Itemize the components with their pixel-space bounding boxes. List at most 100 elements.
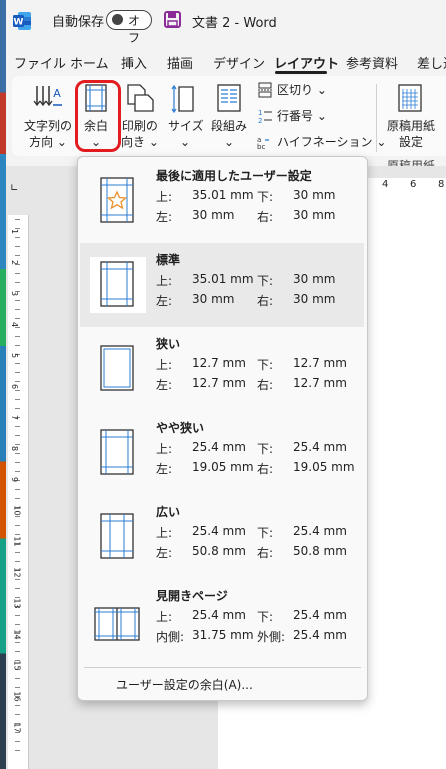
option-title: 標準 xyxy=(156,253,181,267)
right-label: 右: xyxy=(257,294,274,308)
ruler-tick xyxy=(15,273,20,274)
svg-text:1: 1 xyxy=(258,109,262,117)
ruler-number: 17 xyxy=(12,722,22,733)
right-value: 30 mm xyxy=(293,292,336,306)
orientation-label-2: 向き ⌄ xyxy=(121,135,159,149)
bottom-label: 下: xyxy=(257,274,274,288)
breaks-icon xyxy=(258,82,272,98)
ruler-tick xyxy=(15,219,20,220)
right-label: 右: xyxy=(257,462,274,476)
tab-references[interactable]: 参考資料 xyxy=(346,53,398,72)
margin-option-mirrored[interactable]: 見開きページ 上: 25.4 mm 下: 25.4 mm 内側: 31.75 m… xyxy=(80,579,364,663)
ruler-tick xyxy=(15,525,20,526)
tab-file[interactable]: ファイル xyxy=(14,53,66,72)
ruler-number: 3 xyxy=(10,290,20,297)
hyphenation-button[interactable]: ハイフネーション ⌄ xyxy=(277,134,386,150)
tab-selector[interactable]: ∟ xyxy=(10,183,18,194)
ruler-tick xyxy=(15,390,20,391)
inside-value: 31.75 mm xyxy=(192,628,254,642)
ruler-number: 6 xyxy=(10,383,20,390)
right-label: 右: xyxy=(257,546,274,560)
ruler-number: 5 xyxy=(10,352,20,359)
ruler-tick xyxy=(15,309,20,310)
ruler-tick xyxy=(15,651,20,652)
top-label: 上: xyxy=(156,274,173,288)
mirrored-margin-icon xyxy=(94,607,140,641)
columns-button[interactable]: 段組み ⌄ xyxy=(210,118,248,150)
tab-layout[interactable]: レイアウト xyxy=(274,53,339,72)
ruler-tick xyxy=(15,714,20,715)
ruler-number: 12 xyxy=(12,567,22,578)
svg-text:2: 2 xyxy=(258,117,262,124)
bottom-value: 12.7 mm xyxy=(293,356,347,370)
bottom-label: 下: xyxy=(257,358,274,372)
top-value: 35.01 mm xyxy=(192,272,254,286)
size-chevron: ⌄ xyxy=(179,135,191,149)
top-label: 上: xyxy=(156,610,173,624)
bottom-value: 25.4 mm xyxy=(293,608,347,622)
tab-mailings[interactable]: 差し込 xyxy=(417,53,446,72)
custom-margins-link[interactable]: ユーザー設定の余白(A)... xyxy=(116,676,253,693)
ruler-number: 16 xyxy=(12,691,22,702)
moderate-margin-icon xyxy=(100,429,134,475)
manuscript-label-1: 原稿用紙 xyxy=(386,119,435,133)
breaks-button[interactable]: 区切り ⌄ xyxy=(277,82,327,98)
toggle-knob xyxy=(112,14,123,25)
ruler-tick xyxy=(15,624,20,625)
ruler-tick xyxy=(15,534,20,535)
top-value: 25.4 mm xyxy=(192,524,246,538)
line-numbers-icon: 1 2 xyxy=(258,109,272,124)
autosave-toggle[interactable]: オフ xyxy=(106,10,152,45)
ruler-tick xyxy=(15,444,20,445)
size-button[interactable]: サイズ ⌄ xyxy=(168,118,204,150)
ruler-tick xyxy=(15,345,20,346)
option-title: 最後に適用したユーザー設定 xyxy=(156,169,312,183)
ruler-tick xyxy=(15,408,20,409)
top-value: 12.7 mm xyxy=(192,356,246,370)
manuscript-settings-button[interactable]: 原稿用紙 設定 xyxy=(384,118,438,150)
tab-design[interactable]: デザイン xyxy=(213,53,265,72)
vertical-ruler[interactable]: 1 2 3 4 5 6 7 8 9 10 11 12 13 14 15 16 17 xyxy=(8,215,29,769)
star-margin-icon xyxy=(100,177,134,223)
top-label: 上: xyxy=(156,358,173,372)
ruler-tick xyxy=(15,336,20,337)
hyphenation-icon: a bc xyxy=(257,136,269,150)
left-value: 30 mm xyxy=(192,292,235,306)
columns-icon xyxy=(217,84,241,112)
tab-home[interactable]: ホーム xyxy=(70,53,109,72)
ruler-tick xyxy=(15,318,20,319)
right-value: 12.7 mm xyxy=(293,376,347,390)
text-direction-label-2: 方向 ⌄ xyxy=(29,135,67,149)
bottom-label: 下: xyxy=(257,526,274,540)
option-title: やや狭い xyxy=(156,421,205,435)
orientation-button[interactable]: 印刷の 向き ⌄ xyxy=(121,118,159,150)
ruler-tick xyxy=(15,453,20,454)
right-value: 50.8 mm xyxy=(293,544,347,558)
text-direction-button[interactable]: 文字列の 方向 ⌄ xyxy=(24,118,72,150)
bottom-label: 下: xyxy=(257,442,274,456)
margin-option-wide[interactable]: 広い 上: 25.4 mm 下: 25.4 mm 左: 50.8 mm 右: 5… xyxy=(80,495,364,579)
option-title: 狭い xyxy=(156,337,181,351)
ruler-tick xyxy=(15,237,20,238)
right-value: 19.05 mm xyxy=(293,460,355,474)
wide-margin-icon xyxy=(100,513,134,559)
text-direction-label-1: 文字列の xyxy=(24,119,73,133)
margin-option-normal[interactable]: 標準 上: 35.01 mm 下: 30 mm 左: 30 mm 右: 30 m… xyxy=(80,243,364,327)
margin-option-last-custom[interactable]: 最後に適用したユーザー設定 上: 35.01 mm 下: 30 mm 左: 30… xyxy=(80,159,364,243)
top-value: 25.4 mm xyxy=(192,440,246,454)
tab-draw[interactable]: 描画 xyxy=(167,53,193,72)
normal-margin-icon xyxy=(100,261,134,307)
columns-chevron: ⌄ xyxy=(223,135,235,149)
svg-text:A: A xyxy=(53,87,61,100)
top-value: 25.4 mm xyxy=(192,608,246,622)
save-icon[interactable] xyxy=(164,11,181,28)
tab-insert[interactable]: 挿入 xyxy=(121,53,147,72)
margin-option-narrow[interactable]: 狭い 上: 12.7 mm 下: 12.7 mm 左: 12.7 mm 右: 1… xyxy=(80,327,364,411)
bottom-value: 25.4 mm xyxy=(293,440,347,454)
margin-option-moderate[interactable]: やや狭い 上: 25.4 mm 下: 25.4 mm 左: 19.05 mm 右… xyxy=(80,411,364,495)
option-title: 見開きページ xyxy=(156,589,228,603)
left-label: 左: xyxy=(156,546,173,560)
page-size-icon xyxy=(171,84,194,113)
line-numbers-button[interactable]: 行番号 ⌄ xyxy=(277,108,327,124)
orientation-icon xyxy=(127,84,154,112)
